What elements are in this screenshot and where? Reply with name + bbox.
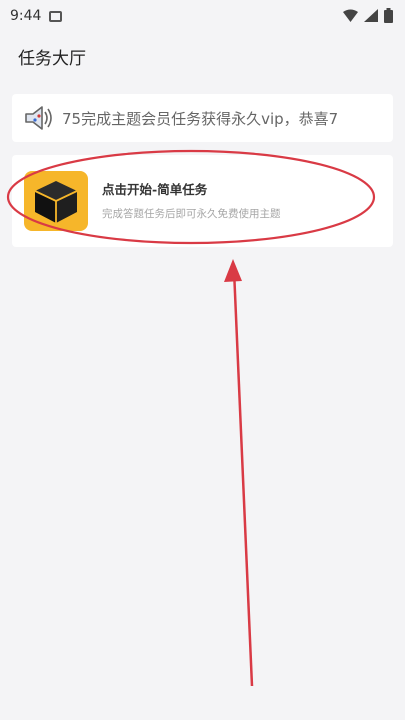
battery-icon: [384, 8, 393, 23]
wifi-icon: [343, 9, 358, 22]
cube-box-icon: [34, 181, 78, 223]
notice-text: 75完成主题会员任务获得永久vip，恭喜7: [62, 109, 339, 128]
task-subtitle: 完成答题任务后即可永久免费使用主题: [102, 208, 281, 220]
image-icon: [49, 10, 63, 22]
task-title: 点击开始-简单任务: [102, 182, 208, 197]
status-bar: 9:44: [0, 0, 405, 32]
notice-bar[interactable]: 75完成主题会员任务获得永久vip，恭喜7: [12, 94, 393, 142]
task-card[interactable]: 点击开始-简单任务 完成答题任务后即可永久免费使用主题: [12, 155, 393, 247]
page-title: 任务大厅: [18, 49, 86, 69]
task-icon-box: [24, 171, 88, 231]
red-arrow-shaft: [232, 269, 254, 687]
status-icons: [343, 8, 393, 23]
speaker-icon: [25, 106, 52, 130]
signal-icon: [364, 9, 378, 22]
red-arrow-head: [224, 259, 242, 282]
status-time: 9:44: [10, 8, 42, 24]
